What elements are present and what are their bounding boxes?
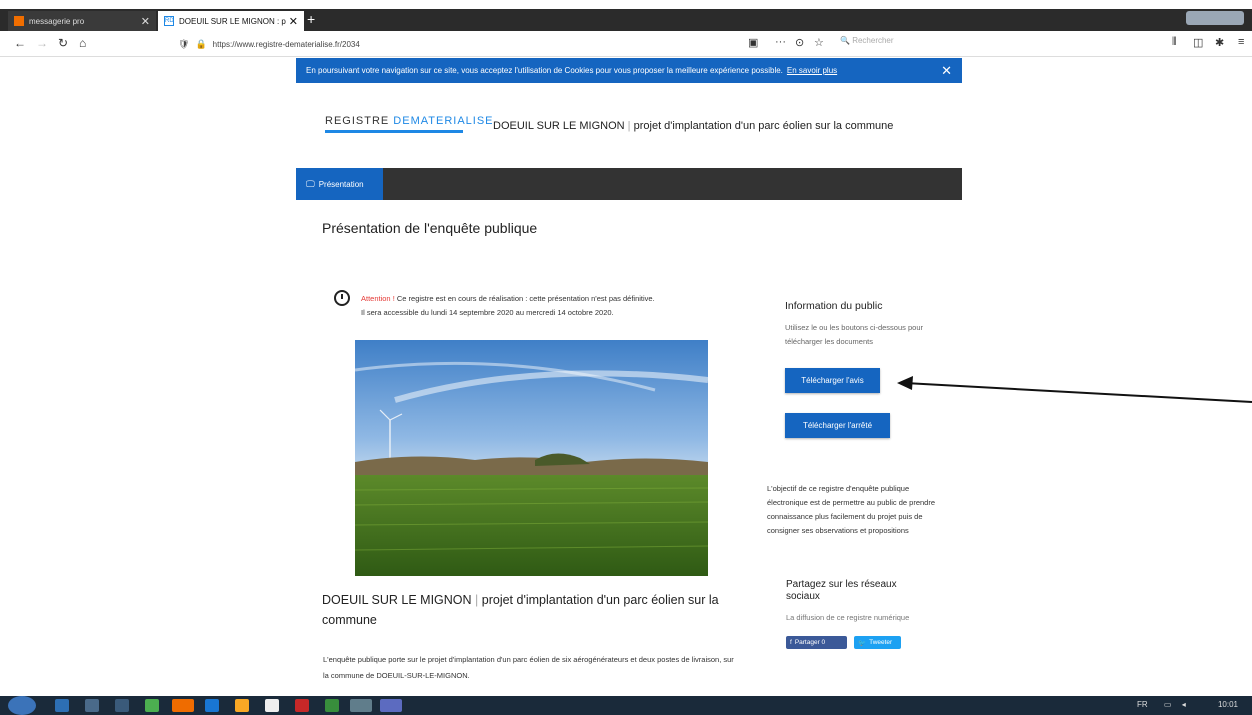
- site-logo[interactable]: REGISTRE DEMATERIALISE: [325, 115, 494, 133]
- notice-warning: Attention !: [361, 294, 395, 303]
- cookie-text: En poursuivant votre navigation sur ce s…: [306, 66, 783, 75]
- url-bar[interactable]: 🛡 🔒 https://www.registre-dematerialise.f…: [170, 35, 740, 53]
- lock-icon: 🔒: [195, 38, 207, 49]
- app-icon[interactable]: [115, 699, 129, 712]
- document-icon[interactable]: [265, 699, 279, 712]
- menu-item-presentation[interactable]: 🖵 Présentation: [296, 168, 383, 200]
- pocket-icon[interactable]: ⊙: [795, 36, 804, 49]
- info-heading: Information du public: [785, 300, 883, 312]
- project-title: DOEUIL SUR LE MIGNON | projet d'implanta…: [322, 593, 719, 627]
- tab-messagerie[interactable]: messagerie pro ✕: [8, 11, 156, 31]
- cookie-banner: En poursuivant votre navigation sur ce s…: [296, 58, 962, 83]
- outlook-icon[interactable]: [205, 699, 219, 712]
- facebook-icon: f: [790, 639, 792, 646]
- page-title: Présentation de l'enquête publique: [322, 220, 538, 236]
- objective-text: L'objectif de ce registre d'enquête publ…: [767, 484, 936, 535]
- page-actions-icon[interactable]: ···: [775, 36, 786, 48]
- home-icon[interactable]: ⌂: [79, 36, 86, 50]
- registre-favicon-icon: RD: [164, 16, 174, 26]
- bookmark-star-icon[interactable]: ☆: [814, 36, 824, 49]
- app-icon[interactable]: [350, 699, 372, 712]
- share-text: La diffusion de ce registre numérique: [786, 613, 910, 622]
- ie-icon[interactable]: [55, 699, 69, 712]
- start-button[interactable]: [8, 696, 36, 715]
- back-icon[interactable]: ←: [14, 36, 26, 50]
- app-icon[interactable]: [380, 699, 402, 712]
- app-icon[interactable]: [85, 699, 99, 712]
- clock-icon: [334, 290, 350, 306]
- close-icon[interactable]: ✕: [941, 63, 952, 79]
- browser-nav-bar: ← → ↻ ⌂ 🛡 🔒 https://www.registre-demater…: [0, 31, 1252, 57]
- shield-icon: 🛡: [178, 38, 190, 49]
- annotation-arrow: [897, 376, 1252, 403]
- tab-title: DOEUIL SUR LE MIGNON : p: [179, 16, 286, 26]
- close-tab-icon[interactable]: ✕: [289, 15, 298, 28]
- main-menu: 🖵 Présentation: [296, 168, 962, 200]
- forward-icon[interactable]: →: [36, 36, 48, 50]
- reload-icon[interactable]: ↻: [58, 36, 68, 50]
- logo-text-accent: DEMATERIALISE: [393, 115, 494, 127]
- project-description: L'enquête publique porte sur le projet d…: [323, 655, 734, 680]
- url-text: https://www.registre-dematerialise.fr/20…: [212, 39, 360, 49]
- new-tab-icon[interactable]: +: [307, 11, 315, 27]
- tab-title: messagerie pro: [29, 16, 85, 26]
- sidebar-icon[interactable]: ◫: [1193, 36, 1203, 49]
- library-icon[interactable]: ⫴: [1172, 36, 1177, 49]
- chrome-icon[interactable]: [145, 699, 159, 712]
- app-icon[interactable]: [325, 699, 339, 712]
- search-input[interactable]: 🔍 Rechercher: [840, 36, 990, 45]
- browser-tab-bar: messagerie pro ✕ RD DOEUIL SUR LE MIGNON…: [0, 9, 1252, 31]
- clock-time[interactable]: 10:01: [1218, 700, 1238, 709]
- info-text: Utilisez le ou les boutons ci-dessous po…: [785, 323, 923, 346]
- notice-text: Ce registre est en cours de réalisation …: [394, 294, 655, 303]
- notice-dates: Il sera accessible du lundi 14 septembre…: [361, 308, 614, 317]
- monitor-icon: 🖵: [306, 178, 315, 189]
- firefox-icon[interactable]: [172, 699, 194, 712]
- taskbar: FR ▭ ◂ 10:01: [0, 696, 1252, 715]
- extension-icon[interactable]: ✱: [1215, 36, 1224, 49]
- system-tray: FR ▭ ◂ 10:01: [1137, 700, 1238, 709]
- download-arrete-button[interactable]: Télécharger l'arrêté: [785, 413, 890, 438]
- download-avis-button[interactable]: Télécharger l'avis: [785, 368, 880, 393]
- menu-item-label: Présentation: [318, 179, 364, 189]
- cookie-more-link[interactable]: En savoir plus: [787, 66, 837, 75]
- share-heading: Partagez sur les réseaux sociaux: [786, 579, 897, 602]
- pdf-icon[interactable]: [295, 699, 309, 712]
- project-photo: [355, 340, 708, 576]
- logo-underline: [325, 130, 463, 133]
- orange-favicon-icon: [14, 16, 24, 26]
- facebook-share-button[interactable]: f Partager 0: [786, 636, 847, 649]
- volume-icon[interactable]: ◂: [1182, 700, 1186, 709]
- close-tab-icon[interactable]: ✕: [141, 15, 150, 28]
- logo-text: REGISTRE: [325, 115, 394, 127]
- site-title: DOEUIL SUR LE MIGNON | projet d'implanta…: [493, 120, 894, 132]
- tab-registre[interactable]: RD DOEUIL SUR LE MIGNON : p ✕: [158, 11, 304, 31]
- language-indicator[interactable]: FR: [1137, 700, 1148, 709]
- twitter-icon: 🐦: [858, 639, 867, 647]
- window-controls[interactable]: [1186, 11, 1244, 25]
- reader-view-icon[interactable]: ▣: [748, 36, 758, 49]
- app-icon[interactable]: [235, 699, 249, 712]
- network-icon[interactable]: ▭: [1164, 700, 1172, 709]
- menu-icon[interactable]: ≡: [1238, 36, 1244, 48]
- twitter-share-button[interactable]: 🐦 Tweeter: [854, 636, 901, 649]
